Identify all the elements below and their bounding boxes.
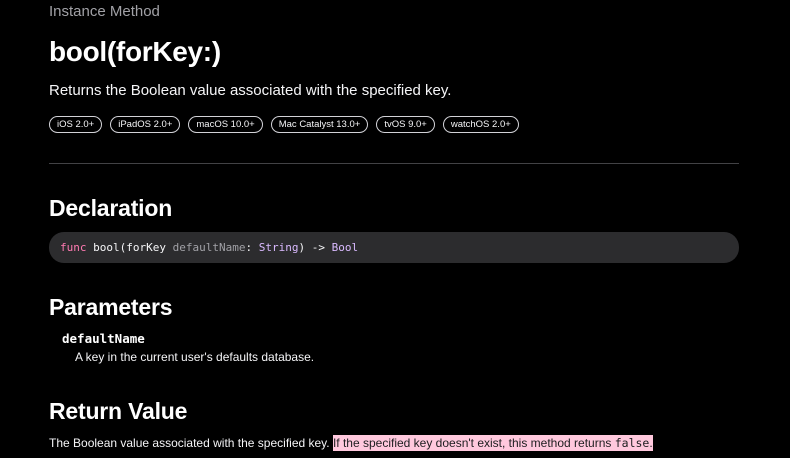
abstract: Returns the Boolean value associated wit… — [49, 82, 452, 99]
code-colon: : — [245, 241, 259, 254]
platform-badge-macos: macOS 10.0+ — [188, 116, 263, 133]
declaration-heading: Declaration — [49, 195, 173, 221]
platform-badge-mac-catalyst: Mac Catalyst 13.0+ — [270, 116, 369, 133]
code-parameter-type[interactable]: String — [259, 241, 299, 254]
return-value-text: The Boolean value associated with the sp… — [49, 436, 333, 450]
declaration-code: func bool(forKey defaultName: String) ->… — [49, 232, 739, 263]
section-divider — [49, 163, 739, 164]
platform-badge-tvos: tvOS 9.0+ — [376, 116, 435, 133]
inline-code-false: false — [614, 436, 650, 450]
symbol-kind: Instance Method — [49, 3, 160, 20]
code-parameter-name: defaultName — [172, 241, 246, 254]
code-return-type[interactable]: Bool — [332, 241, 359, 254]
return-value-description: The Boolean value associated with the sp… — [49, 435, 653, 451]
parameter-description: A key in the current user's defaults dat… — [75, 350, 315, 364]
page-title: bool(forKey:) — [49, 36, 221, 67]
sentence-period: . — [649, 436, 653, 450]
platform-availability: iOS 2.0+ iPadOS 2.0+ macOS 10.0+ Mac Cat… — [49, 116, 519, 133]
return-value-heading: Return Value — [49, 398, 188, 424]
platform-badge-ipados: iPadOS 2.0+ — [110, 116, 181, 133]
highlighted-sentence: If the specified key doesn't exist, this… — [332, 436, 615, 450]
code-function-name: bool( — [93, 241, 127, 254]
parameters-heading: Parameters — [49, 294, 173, 320]
code-arrow: ) -> — [298, 241, 332, 254]
code-argument-label: forKey — [126, 241, 166, 254]
platform-badge-watchos: watchOS 2.0+ — [442, 116, 519, 133]
code-keyword: func — [60, 241, 87, 254]
platform-badge-ios: iOS 2.0+ — [49, 116, 103, 133]
parameter-name: defaultName — [62, 331, 145, 346]
highlighted-text: If the specified key doesn't exist, this… — [332, 435, 653, 451]
